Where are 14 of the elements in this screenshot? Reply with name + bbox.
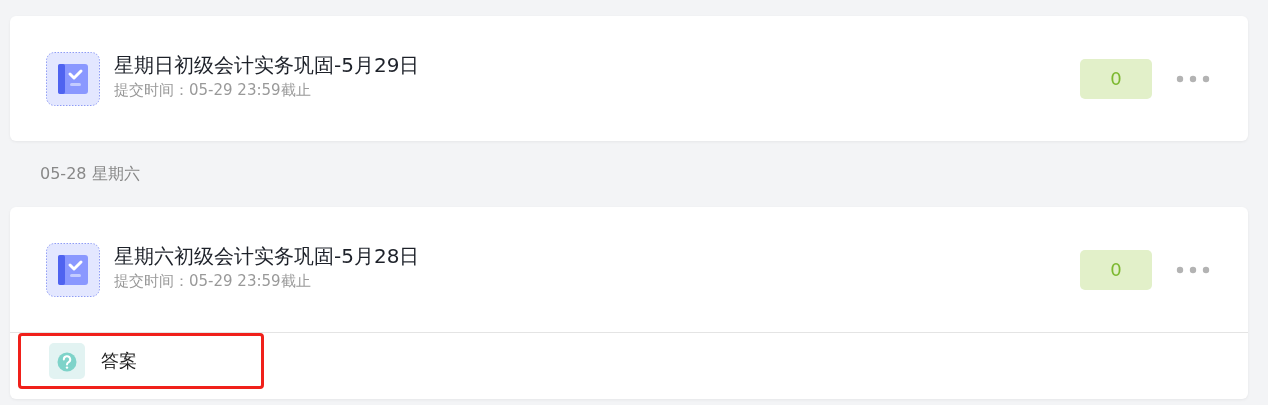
date-label: 05-28 星期六 bbox=[39, 162, 141, 185]
task-title[interactable]: 星期六初级会计实务巩固-5月28日 bbox=[114, 242, 1080, 270]
book-check-icon bbox=[46, 242, 100, 297]
answer-label: 答案 bbox=[101, 349, 137, 373]
highlighted-attachment[interactable]: 答案 bbox=[18, 333, 264, 389]
deadline-text: 提交时间：05-29 23:59截止 bbox=[114, 80, 312, 100]
score-badge: 0 bbox=[1080, 249, 1152, 290]
more-icon[interactable] bbox=[1176, 265, 1210, 274]
more-icon[interactable] bbox=[1176, 74, 1210, 83]
score-badge: 0 bbox=[1080, 58, 1152, 99]
task-title[interactable]: 星期日初级会计实务巩固-5月29日 bbox=[114, 51, 1080, 79]
book-check-icon bbox=[46, 51, 100, 106]
question-icon bbox=[49, 343, 85, 379]
deadline-text: 提交时间：05-29 23:59截止 bbox=[114, 271, 312, 291]
